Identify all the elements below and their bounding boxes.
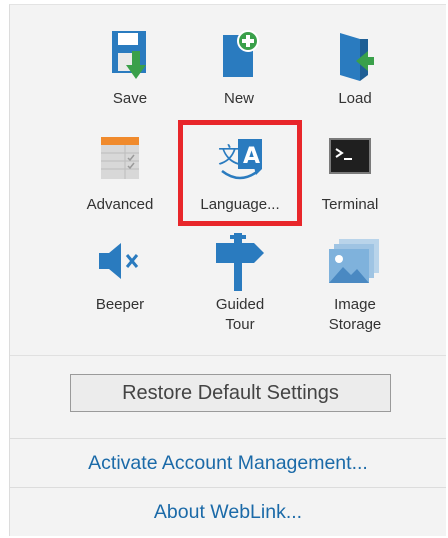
- save-label: Save: [112, 90, 148, 107]
- advanced-label: Advanced: [86, 196, 154, 213]
- advanced-tile[interactable]: Advanced: [65, 129, 175, 219]
- guided-tour-tile[interactable]: Guided Tour: [185, 233, 295, 343]
- load-tile[interactable]: Load: [300, 25, 410, 115]
- about-weblink-link[interactable]: About WebLink...: [10, 488, 446, 536]
- tool-grid: Save New Load Advanced 文 A Language... T…: [10, 5, 446, 353]
- beeper-tile[interactable]: Beeper: [65, 233, 175, 333]
- new-label: New: [223, 90, 254, 107]
- language-highlight-box: [178, 120, 302, 226]
- save-tile[interactable]: Save: [75, 25, 185, 115]
- terminal-icon: [329, 138, 371, 174]
- image-storage-tile[interactable]: Image Storage: [300, 233, 410, 343]
- guided-tour-label-line1: Guided: [215, 296, 265, 313]
- new-file-icon: [223, 30, 259, 77]
- restore-default-settings-button[interactable]: Restore Default Settings: [70, 374, 391, 412]
- activate-account-management-link[interactable]: Activate Account Management...: [10, 439, 446, 487]
- speaker-mute-icon: [99, 243, 139, 279]
- terminal-label: Terminal: [321, 196, 379, 213]
- advanced-table-icon: [101, 137, 139, 179]
- image-storage-label-line1: Image: [334, 296, 376, 313]
- image-storage-label-line2: Storage: [328, 316, 382, 333]
- image-storage-icon: [329, 239, 379, 283]
- beeper-label: Beeper: [95, 296, 145, 313]
- load-label: Load: [338, 90, 372, 107]
- load-icon: [340, 33, 374, 81]
- new-tile[interactable]: New: [184, 25, 294, 115]
- settings-panel: Save New Load Advanced 文 A Language... T…: [9, 4, 446, 536]
- restore-section: Restore Default Settings: [10, 356, 446, 438]
- guided-tour-label-line2: Tour: [225, 316, 255, 333]
- terminal-tile[interactable]: Terminal: [295, 129, 405, 219]
- save-icon: [112, 31, 146, 79]
- signpost-icon: [216, 233, 264, 291]
